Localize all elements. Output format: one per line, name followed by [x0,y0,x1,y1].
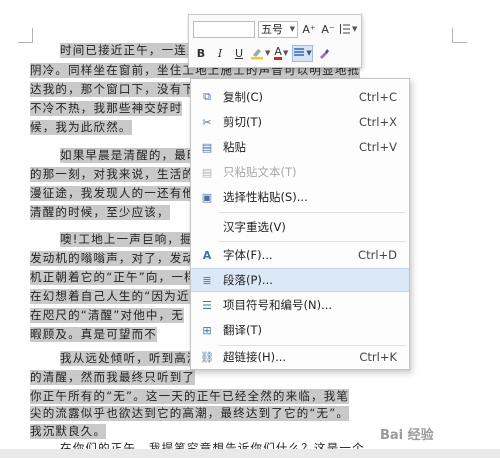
context-menu: ⧉ 复制(C) Ctrl+C ✂ 剪切(T) Ctrl+X ▤ 粘贴 Ctrl+… [190,78,410,370]
shrink-font-button[interactable]: A⁻ [320,21,336,38]
chevron-down-icon[interactable]: ▼ [283,49,288,57]
paste-icon: ▤ [201,140,213,154]
menu-item-cut[interactable]: ✂ 剪切(T) Ctrl+X [191,110,409,134]
mini-toolbar-row-format: B I U ▼ A ▼ ▼ [193,43,332,63]
font-size-box[interactable]: 五号 ▼ [258,20,298,38]
chevron-down-icon[interactable]: ▼ [265,49,270,57]
translate-icon: ⊞ [202,323,212,337]
font-name-box[interactable] [193,20,255,38]
menu-item-copy[interactable]: ⧉ 复制(C) Ctrl+C [191,85,409,109]
menu-item-translate[interactable]: ⊞ 翻译(T) [191,318,409,342]
copy-icon: ⧉ [203,90,211,103]
menu-separator [219,212,405,213]
menu-item-paste[interactable]: ▤ 粘贴 Ctrl+V [191,135,409,159]
cut-icon: ✂ [202,115,212,129]
font-size-value: 五号 [261,23,283,36]
menu-item-reconvert[interactable]: 汉字重选(V) [191,215,409,239]
highlighter-icon[interactable]: ▼ [250,45,270,62]
menu-item-bullets-numbering[interactable]: ☰ 项目符号和编号(N)... [191,293,409,317]
paste-text-icon: ▤ [201,165,213,179]
text-line[interactable]: 你正午所有的“无”。这一天的正午已经全然的来临，我笔 [30,389,466,404]
bullets-numbering-icon: ☰ [202,298,212,312]
line-spacing-icon[interactable]: ▼ [339,21,357,38]
status-strip [0,449,500,458]
chevron-down-icon[interactable]: ▼ [290,25,295,33]
menu-separator [219,241,405,242]
mini-toolbar: 五号 ▼ A⁺ A⁻ ▼ B I U ▼ A ▼ ▼ [188,14,362,68]
hyperlink-icon: ⛓ [200,350,214,364]
menu-item-paste-special[interactable]: ▣ 选择性粘贴(S)... [191,185,409,209]
font-icon: A [202,248,212,262]
mini-toolbar-row-font: 五号 ▼ A⁺ A⁻ ▼ [193,19,357,39]
text-line[interactable]: 尖的流露似乎也欲达到它的高潮，最终达到了它的“无”。 [30,406,466,421]
text-line[interactable]: 的清醒，然而我最终只听到了 [30,370,466,385]
chevron-down-icon[interactable]: ▼ [352,25,357,33]
grow-font-button[interactable]: A⁺ [301,21,317,38]
bold-button[interactable]: B [193,45,209,62]
menu-item-paste-text-only[interactable]: ▤ 只粘贴文本(T) [191,160,409,184]
chevron-down-icon[interactable]: ▼ [306,49,311,57]
format-painter-icon[interactable] [316,45,332,62]
italic-button[interactable]: I [212,45,228,62]
paste-special-icon: ▣ [201,190,213,204]
page-corner-mark [18,28,33,43]
font-color-button[interactable]: A ▼ [273,45,289,62]
underline-button[interactable]: U [231,45,247,62]
page-corner-mark [452,28,467,43]
watermark: Bai 经验 [380,428,434,443]
menu-item-hyperlink[interactable]: ⛓ 超链接(H)... Ctrl+K [191,345,409,369]
menu-item-font[interactable]: A 字体(F)... Ctrl+D [191,243,409,267]
align-icon[interactable]: ▼ [292,44,313,62]
paragraph-icon: ≣ [202,273,212,287]
menu-item-paragraph[interactable]: ≣ 段落(P)... [191,268,409,292]
